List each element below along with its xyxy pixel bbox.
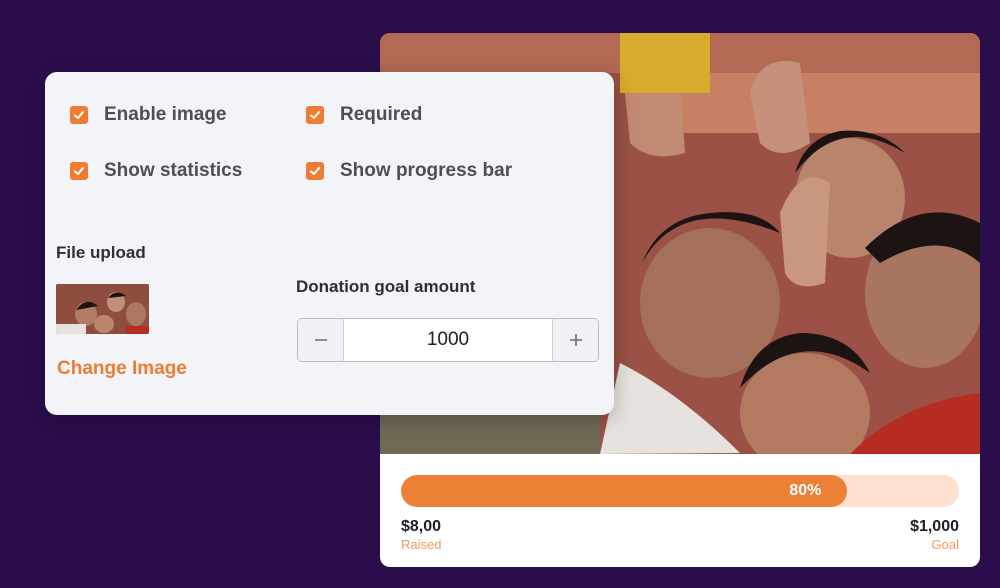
file-upload-label: File upload bbox=[56, 243, 146, 262]
required-checkbox[interactable]: Required bbox=[306, 104, 422, 126]
enable-image-checkbox[interactable]: Enable image bbox=[70, 104, 227, 126]
totals-row: $8,00 Raised $1,000 Goal bbox=[401, 517, 959, 553]
show-progress-bar-label: Show progress bar bbox=[340, 160, 513, 181]
progress-percent: 80% bbox=[789, 482, 822, 499]
show-statistics-checkbox[interactable]: Show statistics bbox=[70, 160, 242, 182]
goal-amount: $1,000 bbox=[910, 518, 959, 535]
checkmark-icon[interactable] bbox=[306, 162, 324, 180]
decrement-button[interactable] bbox=[298, 319, 344, 361]
required-label: Required bbox=[340, 104, 423, 125]
progress-fill: 80% bbox=[401, 475, 848, 507]
raised-amount: $8,00 bbox=[401, 518, 442, 535]
image-thumbnail[interactable] bbox=[56, 284, 149, 334]
raised-block: $8,00 Raised bbox=[401, 517, 441, 553]
donation-goal-stepper: 1000 bbox=[297, 318, 599, 362]
increment-button[interactable] bbox=[552, 319, 598, 361]
show-progress-bar-checkbox[interactable]: Show progress bar bbox=[306, 160, 512, 182]
donation-goal-input[interactable]: 1000 bbox=[344, 319, 552, 361]
enable-image-label: Enable image bbox=[104, 104, 227, 125]
goal-caption: Goal bbox=[931, 537, 959, 552]
change-image-link[interactable]: Change Image bbox=[57, 358, 187, 380]
progress-bar: 80% bbox=[401, 475, 959, 507]
checkmark-icon[interactable] bbox=[306, 106, 324, 124]
checkmark-icon[interactable] bbox=[70, 106, 88, 124]
donation-goal-label: Donation goal amount bbox=[296, 277, 476, 296]
goal-block: $1,000 Goal bbox=[910, 517, 959, 553]
show-statistics-label: Show statistics bbox=[104, 160, 243, 181]
minus-icon bbox=[314, 339, 327, 341]
settings-panel: Enable image Required Show statistics Sh… bbox=[45, 72, 614, 415]
progress-section: 80% $8,00 Raised $1,000 Goal bbox=[401, 475, 959, 553]
plus-icon bbox=[569, 334, 582, 346]
checkmark-icon[interactable] bbox=[70, 162, 88, 180]
raised-caption: Raised bbox=[401, 537, 442, 552]
